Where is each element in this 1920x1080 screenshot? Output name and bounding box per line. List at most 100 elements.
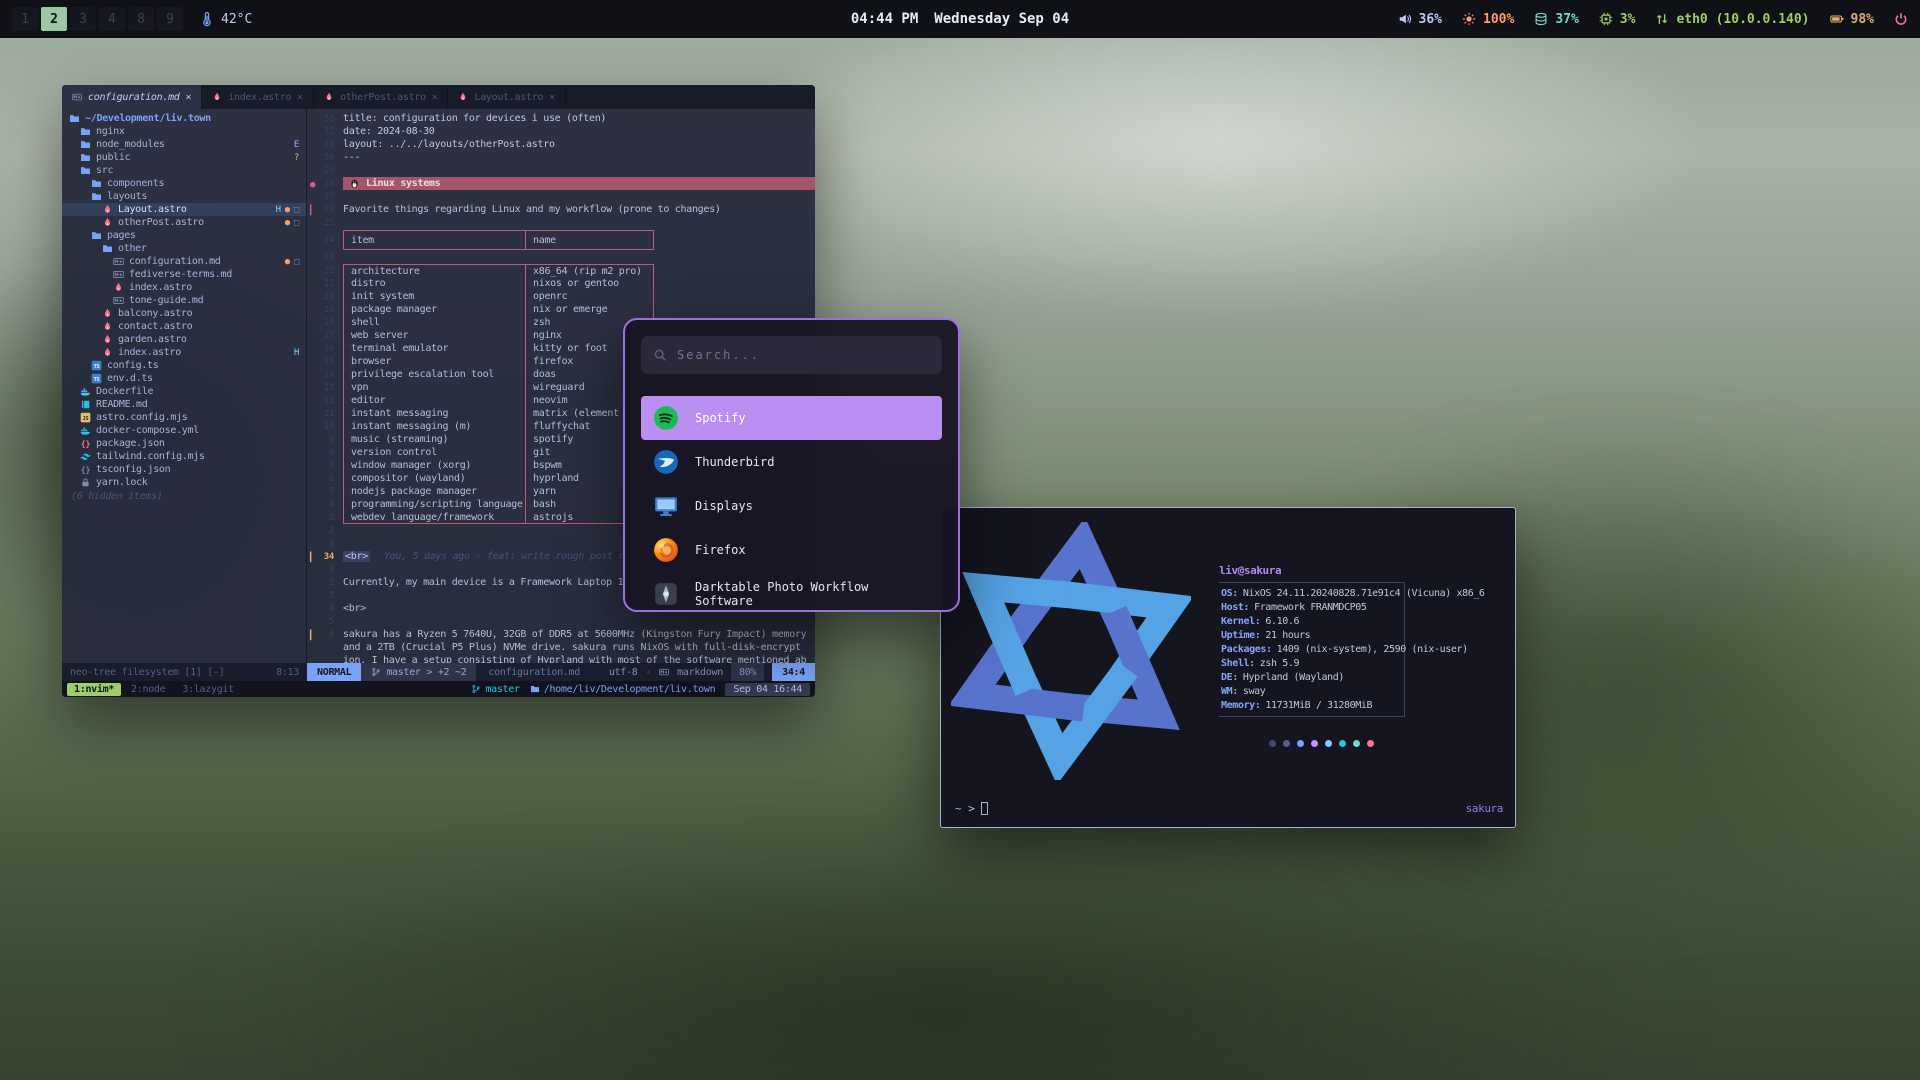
- line-number: 22: [307, 266, 343, 276]
- table-cell: privilege escalation tool: [343, 368, 526, 381]
- tree-item[interactable]: astro.config.mjs: [62, 411, 306, 424]
- tree-item[interactable]: tone-guide.md: [62, 294, 306, 307]
- tree-item[interactable]: components: [62, 177, 306, 190]
- shell-prompt[interactable]: ~ >: [955, 802, 988, 815]
- tab-label: Layout.astro: [474, 92, 543, 103]
- launcher-item[interactable]: Displays: [641, 484, 942, 528]
- markdown-icon: [72, 92, 82, 102]
- tmux-window[interactable]: 1:nvim*: [67, 683, 121, 696]
- tree-item[interactable]: env.d.ts: [62, 372, 306, 385]
- firefox-icon: [653, 537, 679, 563]
- table-cell: vpn: [343, 381, 526, 394]
- network-module[interactable]: eth0 (10.0.0.140): [1655, 12, 1809, 27]
- table-cell: package manager: [343, 303, 526, 316]
- workspace-2[interactable]: 2: [41, 7, 67, 31]
- cpu-module[interactable]: 3%: [1599, 12, 1636, 27]
- temperature-value: 42°C: [221, 12, 252, 27]
- app-launcher: SpotifyThunderbirdDisplaysFirefox Darktab…: [623, 318, 960, 612]
- tree-item[interactable]: garden.astro: [62, 333, 306, 346]
- search-input[interactable]: [677, 348, 930, 362]
- close-icon[interactable]: [549, 92, 555, 103]
- tree-item[interactable]: package.json: [62, 437, 306, 450]
- tree-item[interactable]: nginx: [62, 125, 306, 138]
- buffer-line: 22architecturex86_64 (rip m2 pro): [307, 264, 815, 277]
- power-module[interactable]: [1894, 12, 1908, 26]
- tree-item[interactable]: docker-compose.yml: [62, 424, 306, 437]
- separator-icon: [645, 667, 651, 678]
- close-icon[interactable]: [297, 92, 303, 103]
- neotree-status-text: neo-tree filesystem [1] [-]: [70, 667, 224, 678]
- tree-item[interactable]: Dockerfile: [62, 385, 306, 398]
- workspace-1[interactable]: 1: [12, 7, 38, 31]
- tmux-path-label: /home/liv/Development/liv.town: [544, 684, 716, 695]
- tree-root[interactable]: ~/Development/liv.town: [62, 112, 306, 125]
- workspace-3[interactable]: 3: [70, 7, 96, 31]
- launcher-item[interactable]: Thunderbird: [641, 440, 942, 484]
- tree-item[interactable]: tsconfig.json: [62, 463, 306, 476]
- launcher-item-label: Darktable Photo Workflow Software: [695, 580, 930, 608]
- hidden-items-note: (6 hidden items): [62, 489, 306, 502]
- tab-Layout.astro[interactable]: Layout.astro: [448, 85, 565, 109]
- battery-module[interactable]: 98%: [1830, 12, 1874, 27]
- gutter-sign: ▎: [310, 631, 315, 642]
- launcher-item[interactable]: Firefox: [641, 528, 942, 572]
- tree-item[interactable]: pages: [62, 229, 306, 242]
- close-icon[interactable]: [432, 92, 438, 103]
- updates-module[interactable]: 100%: [1462, 12, 1514, 27]
- tree-item[interactable]: configuration.md●□: [62, 255, 306, 268]
- darktable-icon: [653, 581, 679, 607]
- tree-item[interactable]: Layout.astroH●□: [62, 203, 306, 216]
- tree-item[interactable]: config.ts: [62, 359, 306, 372]
- tree-item-label: docker-compose.yml: [96, 425, 199, 436]
- tree-item[interactable]: src: [62, 164, 306, 177]
- network-value: eth0 (10.0.0.140): [1676, 12, 1809, 27]
- ts-icon: [91, 360, 102, 371]
- jsonred-icon: [80, 438, 91, 449]
- launcher-search[interactable]: [641, 336, 942, 374]
- workspace-9[interactable]: 9: [157, 7, 183, 31]
- buffer-line: 19package managernix or emerge: [307, 303, 815, 316]
- terminal-window[interactable]: liv@sakura OS:NixOS 24.11.20240828.71e91…: [940, 507, 1516, 828]
- tree-item[interactable]: contact.astro: [62, 320, 306, 333]
- tree-item[interactable]: index.astroH: [62, 346, 306, 359]
- tree-item[interactable]: yarn.lock: [62, 476, 306, 489]
- nixos-logo: [951, 522, 1191, 780]
- tree-item[interactable]: node_modulesE: [62, 138, 306, 151]
- tab-otherPost.astro[interactable]: otherPost.astro: [314, 85, 449, 109]
- launcher-item[interactable]: Spotify: [641, 396, 942, 440]
- table-cell: shell: [343, 316, 526, 329]
- body-text: sakura has a Ryzen 5 7640U, 32GB of DDR5…: [343, 629, 806, 640]
- buffer-line: 21distronixos or gentoo: [307, 277, 815, 290]
- launcher-item[interactable]: Darktable Photo Workflow Software: [641, 572, 942, 612]
- volume-module[interactable]: 36%: [1398, 12, 1442, 27]
- tree-item[interactable]: fediverse-terms.md: [62, 268, 306, 281]
- tree-item[interactable]: balcony.astro: [62, 307, 306, 320]
- info-label: Host:: [1221, 602, 1249, 613]
- tmux-window[interactable]: 2:node: [124, 683, 172, 696]
- tree-item[interactable]: otherPost.astro ●□: [62, 216, 306, 229]
- palette-dot: [1269, 740, 1276, 747]
- tree-item[interactable]: index.astro: [62, 281, 306, 294]
- workspace-8[interactable]: 8: [128, 7, 154, 31]
- table-cell: web server: [343, 329, 526, 342]
- tree-item-label: env.d.ts: [107, 373, 153, 384]
- disk-module[interactable]: 37%: [1534, 12, 1578, 27]
- close-icon[interactable]: [186, 92, 192, 103]
- git-branch-icon: [471, 684, 481, 694]
- line-number: 5: [307, 487, 343, 497]
- workspace-4[interactable]: 4: [99, 7, 125, 31]
- line-number: 1: [307, 539, 343, 549]
- table-cell: nixos or gentoo: [526, 277, 654, 290]
- tree-item[interactable]: other: [62, 242, 306, 255]
- tree-item[interactable]: public?: [62, 151, 306, 164]
- tree-item[interactable]: README.md: [62, 398, 306, 411]
- tree-item[interactable]: layouts: [62, 190, 306, 203]
- git-status-badges: ●□: [285, 218, 299, 228]
- info-value: 6.10.6: [1265, 616, 1299, 627]
- tab-index.astro[interactable]: index.astro: [202, 85, 314, 109]
- tree-item-label: otherPost.astro: [118, 217, 204, 228]
- tmux-window[interactable]: 3:lazygit: [175, 683, 241, 696]
- palette-dot: [1325, 740, 1332, 747]
- tree-item[interactable]: tailwind.config.mjs: [62, 450, 306, 463]
- tab-configuration.md[interactable]: configuration.md: [62, 85, 202, 109]
